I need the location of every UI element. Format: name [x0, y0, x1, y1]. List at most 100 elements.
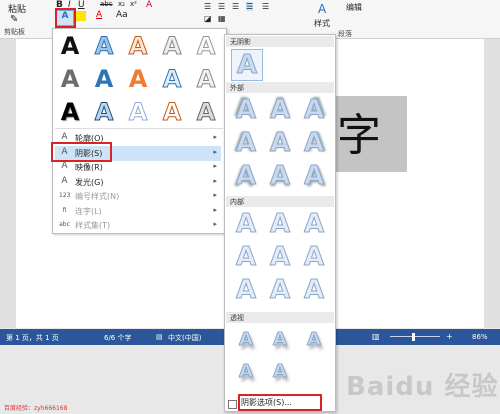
language-indicator[interactable]: 中文(中国) [168, 333, 201, 343]
italic-button[interactable]: I [68, 0, 71, 10]
shadow-preset-inner[interactable]: A [299, 275, 329, 306]
menu-item-effect-6[interactable]: abc 样式集(T) ▸ [55, 218, 221, 233]
shadow-preset-inner[interactable]: A [299, 209, 329, 240]
shadow-preset-perspective[interactable]: A [299, 325, 329, 355]
superscript-button[interactable]: x² [130, 0, 137, 8]
menu-item-shadow[interactable]: A 阴影(S) ▸ [55, 145, 221, 161]
menu-item-label: 编号样式(N) [75, 192, 120, 201]
shadow-preset-perspective[interactable]: A [231, 325, 261, 355]
zoom-in-icon[interactable]: + [446, 332, 453, 341]
zoom-slider[interactable] [390, 336, 440, 337]
text-effect-preset[interactable]: A [157, 31, 187, 61]
menu-item-effect-0[interactable]: A 轮廓(O) ▸ [55, 131, 221, 146]
section-perspective: 透视 [226, 312, 334, 323]
subscript-button[interactable]: x₂ [118, 0, 125, 8]
menu-item-icon: A [61, 175, 68, 186]
shadow-preset-outer[interactable]: A [231, 161, 261, 192]
proofing-icon[interactable]: ▤ [156, 333, 163, 341]
zoom-slider-thumb[interactable] [412, 333, 415, 341]
section-inner: 内部 [226, 196, 334, 207]
shading-icon[interactable]: ◪ [204, 14, 212, 23]
shadow-preset-outer[interactable]: A [299, 161, 329, 192]
text-effect-preset[interactable]: A [157, 97, 187, 127]
menu-item-icon: fi [62, 206, 67, 214]
distribute-icon[interactable]: ☰ [262, 2, 269, 11]
menu-item-effect-4[interactable]: 123 编号样式(N) ▸ [55, 189, 221, 204]
text-effect-preset[interactable]: A [157, 64, 187, 94]
shadow-preset-inner[interactable]: A [265, 209, 295, 240]
font-color-button[interactable]: A [96, 10, 102, 20]
align-center-icon[interactable]: ☰ [218, 2, 225, 11]
section-outer: 外部 [226, 82, 334, 93]
menu-item-label: 映像(R) [75, 163, 103, 172]
read-mode-icon[interactable]: ▥ [372, 332, 380, 341]
text-effect-preset[interactable]: A [89, 97, 119, 127]
menu-item-label: 连字(L) [75, 206, 102, 216]
bold-button[interactable]: B [56, 0, 63, 10]
strikethrough-button[interactable]: abc [100, 0, 113, 8]
shadow-preset-perspective[interactable]: A [265, 357, 295, 387]
menu-item-label: 样式集(T) [75, 221, 111, 230]
chevron-right-icon: ▸ [213, 220, 217, 228]
shadow-preset-outer[interactable]: A [265, 95, 295, 126]
shadow-preset-outer[interactable]: A [231, 128, 261, 159]
styles-button[interactable]: 样式 [314, 18, 330, 29]
text-effect-preset[interactable]: A [191, 97, 221, 127]
menu-item-effect-3[interactable]: A 发光(G) ▸ [55, 175, 221, 190]
text-effect-preset[interactable]: A [123, 64, 153, 94]
chevron-right-icon: ▸ [213, 191, 217, 199]
menu-item-label: 发光(G) [75, 177, 104, 187]
format-painter-icon[interactable]: ✎ [10, 14, 18, 25]
shadow-preset-outer[interactable]: A [231, 95, 261, 126]
shadow-options-icon[interactable] [228, 400, 237, 409]
chevron-right-icon: ▸ [213, 162, 217, 170]
text-effect-preset[interactable]: A [191, 64, 221, 94]
shadow-preset-inner[interactable]: A [231, 209, 261, 240]
change-case-button[interactable]: Aa [116, 10, 128, 20]
text-effect-preset[interactable]: A [123, 31, 153, 61]
editing-button[interactable]: 编辑 [346, 2, 362, 13]
borders-icon[interactable]: ▦ [218, 14, 226, 23]
shadow-preset-outer[interactable]: A [265, 161, 295, 192]
menu-item-label: 阴影(S) [75, 148, 103, 158]
shadow-preset-outer[interactable]: A [299, 95, 329, 126]
chevron-right-icon: ▸ [213, 176, 217, 185]
text-effect-preset[interactable]: A [55, 31, 85, 61]
shadow-preset-none[interactable]: A [231, 49, 263, 81]
zoom-level[interactable]: 86% [472, 333, 488, 341]
text-effects-button[interactable]: A [56, 10, 74, 26]
text-effect-preset[interactable]: A [89, 31, 119, 61]
text-effect-preset[interactable]: A [55, 97, 85, 127]
shadow-preset-inner[interactable]: A [265, 275, 295, 306]
shadow-preset-inner[interactable]: A [231, 242, 261, 273]
menu-item-effect-5[interactable]: fi 连字(L) ▸ [55, 204, 221, 219]
chevron-right-icon: ▸ [213, 147, 217, 156]
shadow-preset-inner[interactable]: A [299, 242, 329, 273]
shadow-preset-outer[interactable]: A [265, 128, 295, 159]
text-effect-preset[interactable]: A [89, 64, 119, 94]
text-effect-preset[interactable]: A [55, 64, 85, 94]
shadow-preset-inner[interactable]: A [231, 275, 261, 306]
text-effect-preset[interactable]: A [191, 31, 221, 61]
align-right-icon[interactable]: ☰ [232, 2, 239, 11]
shadow-submenu: 无阴影 外部 内部 透视 AAAAAAAAAAAAAAAAAAAAAAAA 阴影… [224, 34, 336, 412]
shadow-options-link[interactable]: 阴影选项(S)... [241, 397, 292, 408]
clear-format-button[interactable]: A [146, 0, 152, 10]
text-effect-preset[interactable]: A [123, 97, 153, 127]
paragraph-group-label: 段落 [338, 30, 352, 38]
menu-item-icon: A [61, 146, 68, 157]
styles-icon[interactable]: A [318, 2, 326, 16]
selected-text[interactable]: 字 [337, 99, 381, 163]
shadow-preset-outer[interactable]: A [299, 128, 329, 159]
align-left-icon[interactable]: ☰ [204, 2, 211, 11]
shadow-preset-inner[interactable]: A [265, 242, 295, 273]
shadow-preset-perspective[interactable]: A [265, 325, 295, 355]
highlight-color-icon[interactable] [76, 11, 86, 21]
menu-separator [55, 128, 223, 129]
underline-button[interactable]: U [78, 0, 85, 10]
menu-item-effect-2[interactable]: A 映像(R) ▸ [55, 160, 221, 175]
word-count[interactable]: 6/6 个字 [104, 333, 132, 343]
page-count[interactable]: 第 1 页，共 1 页 [6, 333, 59, 343]
shadow-preset-perspective[interactable]: A [231, 357, 261, 387]
justify-icon[interactable]: ☰ [246, 2, 254, 11]
